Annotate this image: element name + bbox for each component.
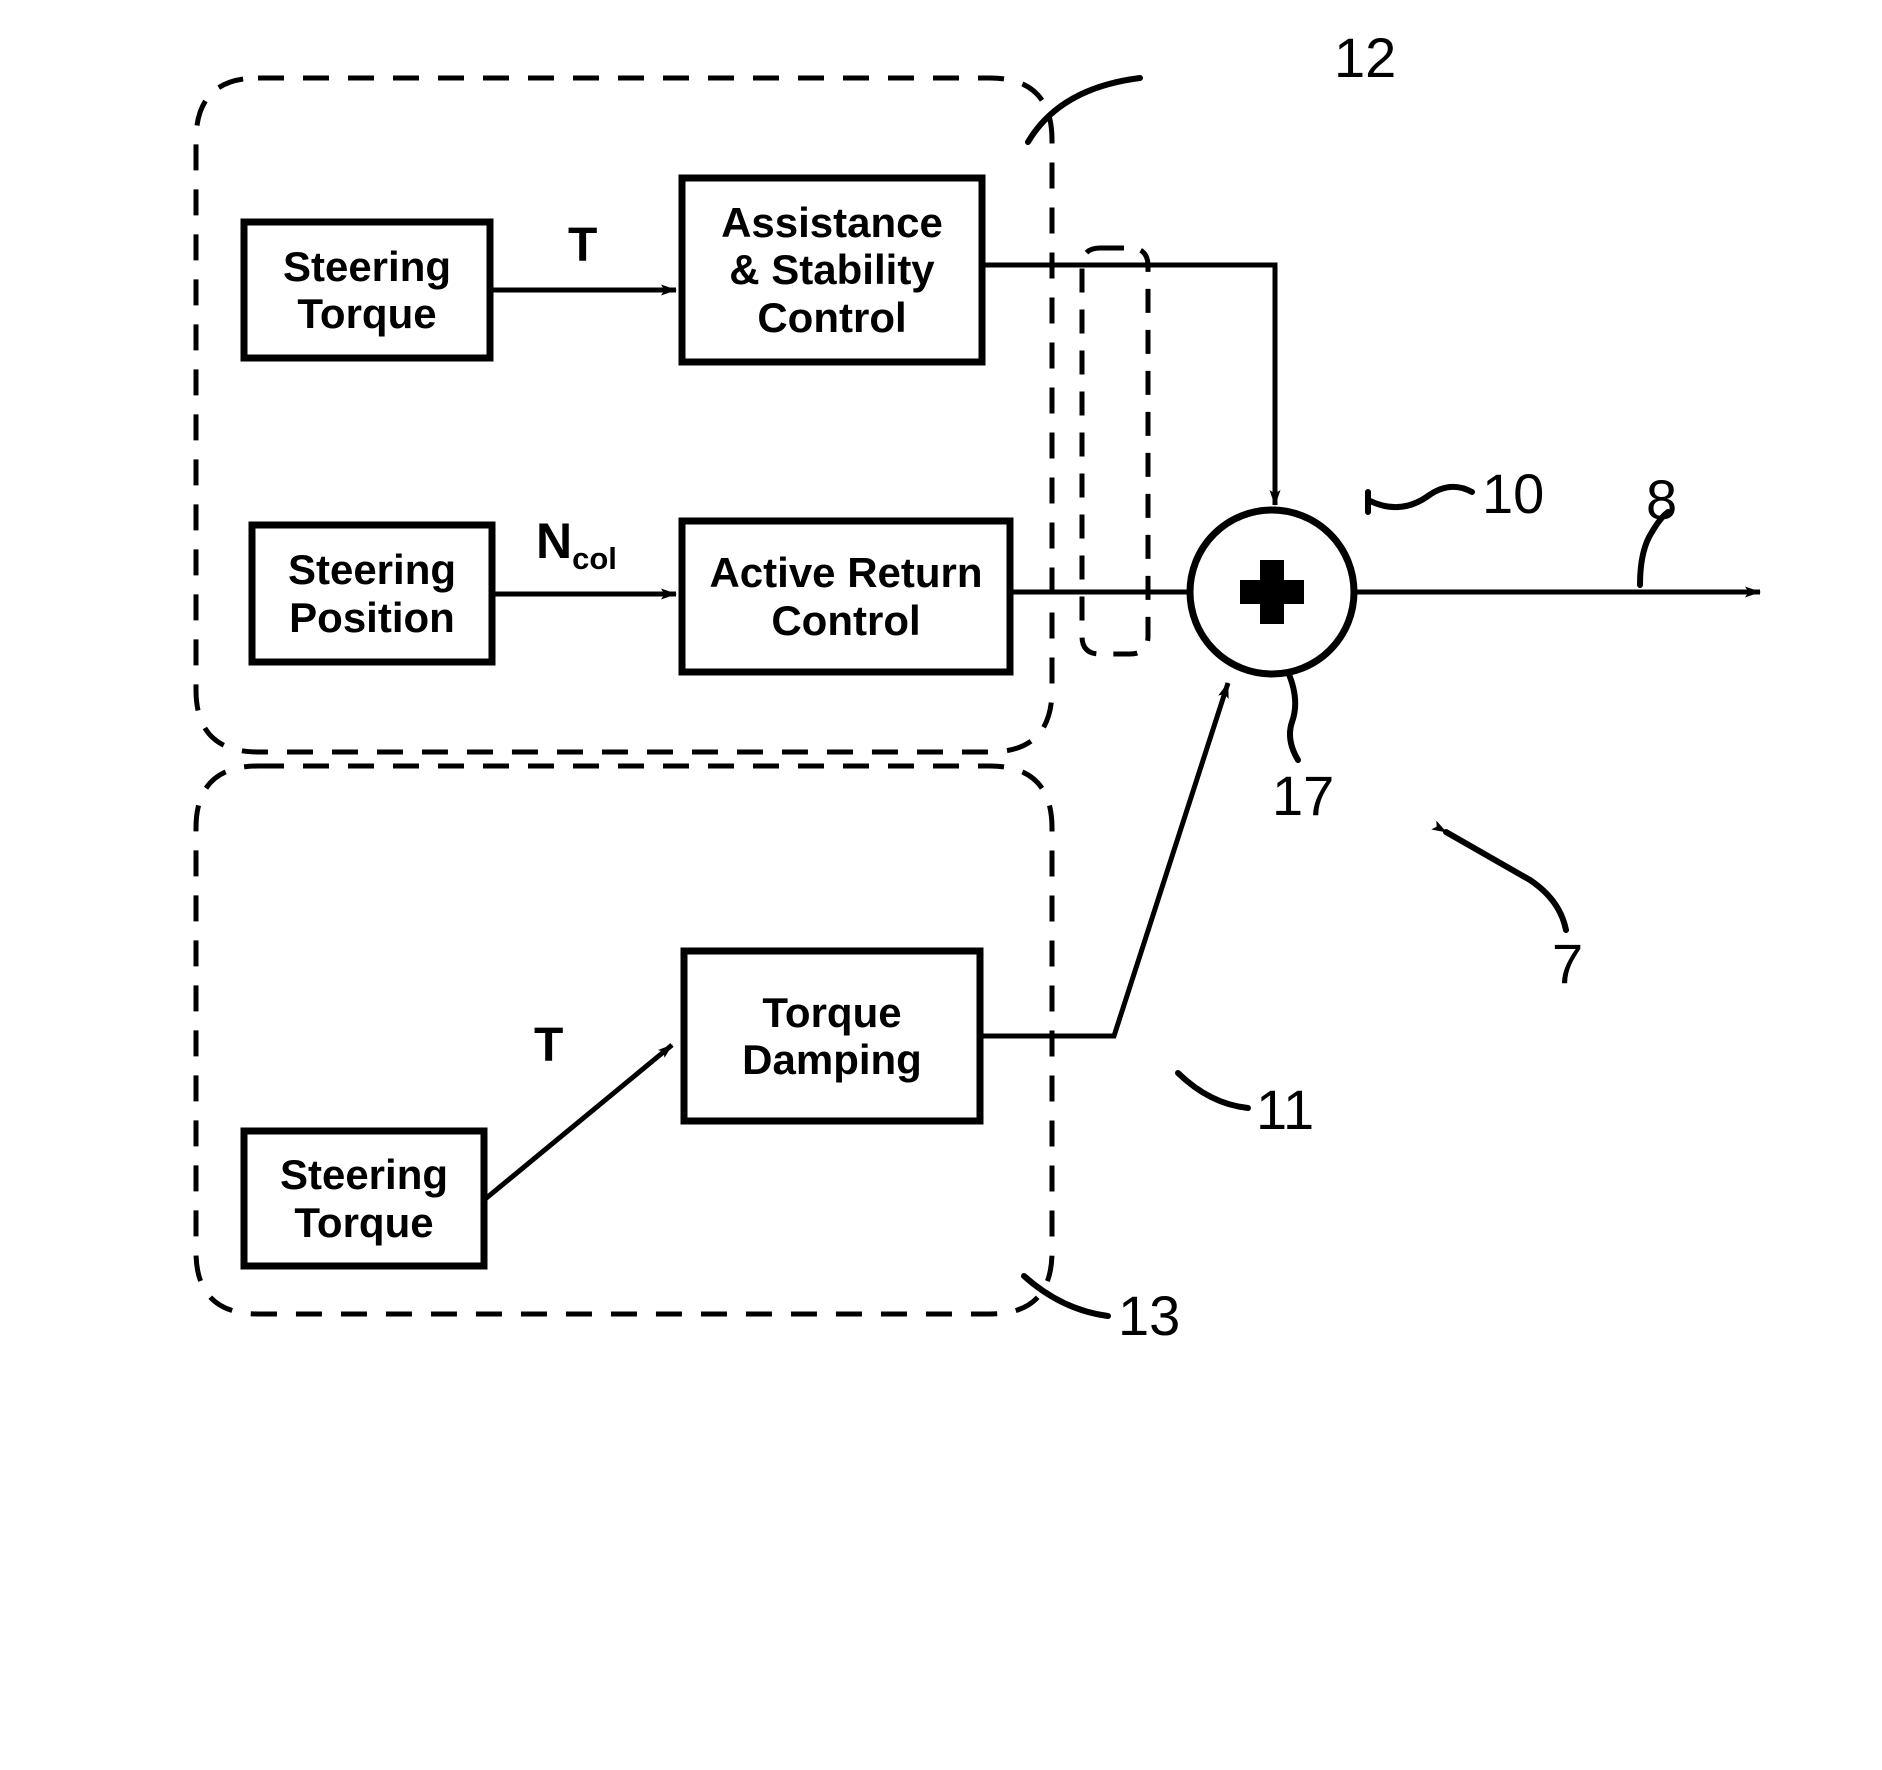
reference-numeral-11: 11 [1256,1078,1315,1141]
block-steering-torque-bottom [240,1127,488,1270]
reference-numeral-8: 8 [1646,468,1678,531]
block-assistance-stability [678,174,986,366]
leader-ref-12 [1025,75,1143,145]
leader-ref-7-tail [1527,877,1569,933]
signal-label-n-subscript: col [572,541,617,576]
block-active-return [678,517,1014,676]
signal-label-torque-top: T [568,219,598,272]
figure-canvas: Steering Torque Assistance & Stability C… [0,0,1882,1770]
signal-label-steering-position-signal: Ncol [536,516,617,574]
block-steering-position [248,521,496,666]
connector-torque-bottom-to-damping [482,1043,674,1202]
leader-ref-13 [1021,1273,1111,1319]
leader-ref-7 [1431,820,1533,883]
reference-numeral-7: 7 [1552,932,1584,995]
reference-numeral-12: 12 [1334,26,1397,89]
leader-ref-10 [1365,483,1475,515]
reference-numeral-13: 13 [1118,1284,1181,1347]
leader-ref-11 [1175,1070,1251,1111]
block-torque-damping [680,947,984,1125]
block-steering-torque-top [240,218,494,362]
reference-numeral-17: 17 [1272,764,1335,827]
leader-ref-17 [1285,669,1301,763]
summing-junction [1186,506,1358,678]
signal-label-n-main: N [536,513,573,569]
connector-assistance-to-sum [982,262,1281,506]
connector-damping-to-sum [980,682,1231,1039]
signal-label-torque-bottom: T [534,1019,564,1072]
diagram-vector-layer [193,75,1761,1319]
reference-numeral-10: 10 [1482,462,1545,525]
